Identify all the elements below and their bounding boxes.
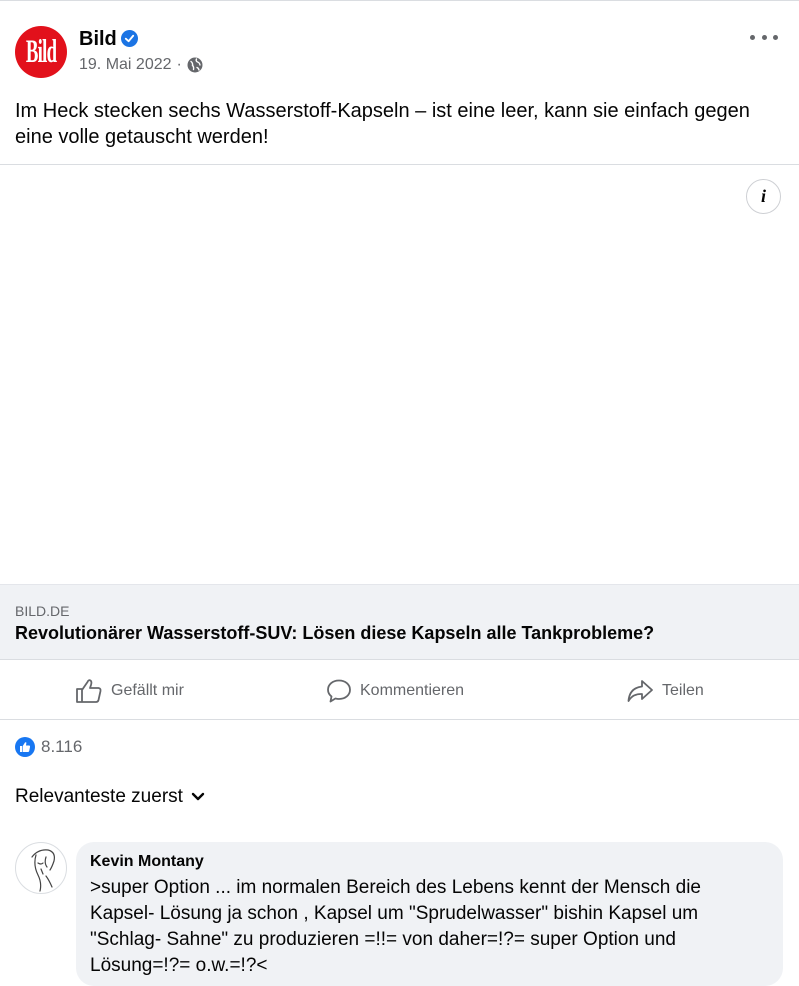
verified-icon	[121, 30, 138, 47]
reaction-count: 8.116	[41, 737, 83, 756]
share-icon	[627, 679, 653, 702]
bild-logo[interactable]: Bild	[15, 26, 67, 78]
like-reaction-icon	[15, 737, 35, 757]
sort-label: Relevanteste zuerst	[15, 786, 183, 807]
globe-icon	[187, 57, 203, 73]
comment-sort-dropdown[interactable]: Relevanteste zuerst	[15, 786, 205, 808]
link-preview[interactable]: BILD.DE Revolutionärer Wasserstoff-SUV: …	[0, 584, 799, 660]
more-icon[interactable]	[750, 25, 778, 49]
chevron-down-icon	[191, 792, 205, 801]
like-button[interactable]: Gefällt mir	[75, 661, 184, 720]
top-divider	[0, 0, 799, 1]
comment-author[interactable]: Kevin Montany	[90, 852, 769, 872]
comment-bubble: Kevin Montany >super Option ... im norma…	[76, 842, 783, 986]
post-text: Im Heck stecken sechs Wasserstoff-Kapsel…	[15, 100, 750, 148]
share-label: Teilen	[662, 681, 704, 699]
comment-icon	[327, 679, 351, 702]
logo-text: Bild	[25, 33, 57, 70]
link-image[interactable]	[0, 165, 799, 584]
reactions-summary[interactable]: 8.116	[15, 737, 82, 757]
comment-label: Kommentieren	[360, 681, 465, 699]
page-name[interactable]: Bild	[79, 27, 117, 51]
comment-button[interactable]: Kommentieren	[326, 661, 464, 720]
comment-text: >super Option ... im normalen Bereich de…	[90, 877, 707, 976]
like-label: Gefällt mir	[111, 681, 184, 699]
post-meta: 19. Mai 2022 ·	[79, 55, 203, 75]
like-icon	[76, 678, 102, 703]
info-icon[interactable]: i	[746, 179, 781, 214]
avatar[interactable]	[15, 842, 67, 894]
link-title: Revolutionärer Wasserstoff-SUV: Lösen di…	[15, 623, 655, 643]
post-date[interactable]: 19. Mai 2022	[79, 55, 172, 75]
link-domain: BILD.DE	[15, 603, 70, 619]
meta-separator: ·	[176, 56, 182, 73]
action-bar: Gefällt mir Kommentieren Teilen	[0, 661, 799, 720]
share-button[interactable]: Teilen	[626, 661, 704, 720]
